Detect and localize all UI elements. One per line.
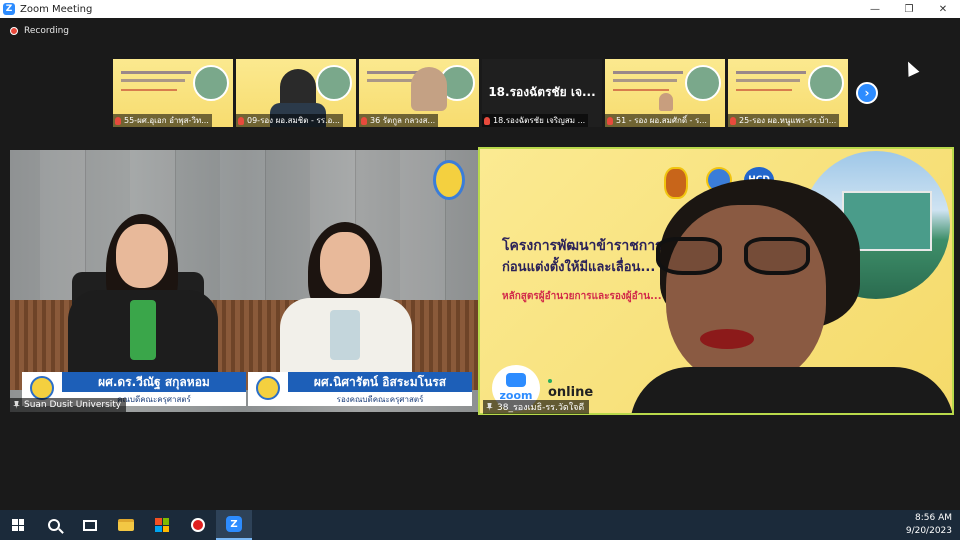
mic-muted-icon xyxy=(730,116,736,125)
participant-video xyxy=(666,205,826,385)
file-explorer-button[interactable] xyxy=(108,510,144,540)
windows-logo-icon xyxy=(12,519,24,531)
zoom-icon: Z xyxy=(226,516,242,532)
participant-name-label: 55-ผศ.อุเอก อำพุส-วิท... xyxy=(113,114,212,127)
clock-time: 8:56 AM xyxy=(915,513,952,523)
participant-video xyxy=(116,224,168,288)
recording-label: Recording xyxy=(24,26,70,36)
video-tile-suan-dusit[interactable]: ผศ.ดร.วีณัฐ สกุลหอม คณบดีคณะครุศาสตร์ ผศ… xyxy=(10,150,478,412)
recording-dot-icon xyxy=(10,27,18,35)
mic-muted-icon xyxy=(238,116,244,125)
emblem-icon xyxy=(664,167,688,199)
video-tile-active-speaker[interactable]: HCD โครงการพัฒนาข้าราชการค... ก่อนแต่งตั… xyxy=(478,147,954,415)
participant-thumbnail[interactable]: 09-รอง ผอ.สมชิต - รร.อ... xyxy=(236,59,356,127)
participant-name-label: 51 - รอง ผอ.สมศักดิ์ - ร... xyxy=(605,114,710,127)
mic-muted-icon xyxy=(115,116,121,125)
participant-thumbnail[interactable]: 25-รอง ผอ.หนูแพร-รร.บ้า... xyxy=(728,59,848,127)
task-view-icon xyxy=(83,519,97,531)
minimize-button[interactable]: — xyxy=(858,0,892,18)
participant-name-label: 36 รัตกูล กลวงส... xyxy=(359,114,439,127)
windows-taskbar: Z 8:56 AM 9/20/2023 xyxy=(0,510,960,540)
mouse-cursor-icon xyxy=(902,59,920,77)
window-controls: — ❐ ✕ xyxy=(858,0,960,18)
zoom-logo-icon: Z xyxy=(3,3,15,15)
participant-thumbnail[interactable]: 36 รัตกูล กลวงส... xyxy=(359,59,479,127)
slide-subtitle: หลักสูตรผู้อำนวยการและรองผู้อำน... xyxy=(502,291,662,302)
window-title: Zoom Meeting xyxy=(20,3,93,15)
recording-indicator[interactable]: Recording xyxy=(10,26,69,36)
participant-video xyxy=(659,93,673,111)
zoom-app-button[interactable]: Z xyxy=(216,510,252,540)
search-icon xyxy=(48,519,60,531)
participant-thumbnail[interactable]: 18.รองฉัตรชัย เจ... 18.รองฉัตรชัย เจริญส… xyxy=(482,59,602,127)
close-button[interactable]: ✕ xyxy=(926,0,960,18)
glasses xyxy=(656,237,816,277)
nameplate-right-role: รองคณบดีคณะครุศาสตร์ xyxy=(336,395,424,404)
participant-name-tag: Suan Dusit University xyxy=(10,398,127,412)
participant-thumbnail[interactable]: 51 - รอง ผอ.สมศักดิ์ - ร... xyxy=(605,59,725,127)
folder-icon xyxy=(118,519,134,531)
store-icon xyxy=(155,518,169,532)
participant-name-tag: 38_รองเมธิ-รร.วัดใจดี xyxy=(483,400,590,414)
participant-name-label: 09-รอง ผอ.สมชิต - รร.อ... xyxy=(236,114,343,127)
participant-name-label: 18.รองฉัตรชัย เจริญสม ... xyxy=(482,114,589,127)
university-emblem-icon xyxy=(30,376,54,400)
pin-icon xyxy=(13,401,20,409)
slide-title-line2: ก่อนแต่งตั้งให้มีและเลื่อน... xyxy=(502,260,656,275)
mic-muted-icon xyxy=(361,116,367,125)
zoom-camera-icon xyxy=(506,373,526,387)
system-clock[interactable]: 8:56 AM 9/20/2023 xyxy=(906,512,952,538)
clock-date: 9/20/2023 xyxy=(905,526,952,536)
record-icon xyxy=(191,518,205,532)
recorder-app-button[interactable] xyxy=(180,510,216,540)
participant-video xyxy=(411,67,447,111)
nameplate-left-name: ผศ.ดร.วีณัฐ สกุลหอม xyxy=(62,372,246,392)
next-page-arrow-icon[interactable]: › xyxy=(856,82,878,104)
nameplate-right-name: ผศ.นิศารัตน์ อิสระมโนรส xyxy=(288,372,472,392)
university-emblem-icon xyxy=(256,376,280,400)
nameplate-right: ผศ.นิศารัตน์ อิสระมโนรส รองคณบดีคณะครุศา… xyxy=(248,372,472,406)
participant-big-name: 18.รองฉัตรชัย เจ... xyxy=(488,85,596,99)
pin-icon xyxy=(486,403,493,411)
store-button[interactable] xyxy=(144,510,180,540)
search-button[interactable] xyxy=(36,510,72,540)
university-emblem-icon xyxy=(433,160,465,200)
participant-name-label: 25-รอง ผอ.หนูแพร-รร.บ้า... xyxy=(728,114,840,127)
task-view-button[interactable] xyxy=(72,510,108,540)
window-titlebar: Z Zoom Meeting — ❐ ✕ xyxy=(0,0,960,18)
online-label: online xyxy=(548,385,594,400)
participant-thumbnail-strip: 55-ผศ.อุเอก อำพุส-วิท... 09-รอง ผอ.สมชิต… xyxy=(113,59,848,127)
restore-button[interactable]: ❐ xyxy=(892,0,926,18)
mic-muted-icon xyxy=(607,116,613,125)
participant-thumbnail[interactable]: 55-ผศ.อุเอก อำพุส-วิท... xyxy=(113,59,233,127)
start-button[interactable] xyxy=(0,510,36,540)
mic-muted-icon xyxy=(484,116,490,125)
participant-video xyxy=(320,232,370,294)
